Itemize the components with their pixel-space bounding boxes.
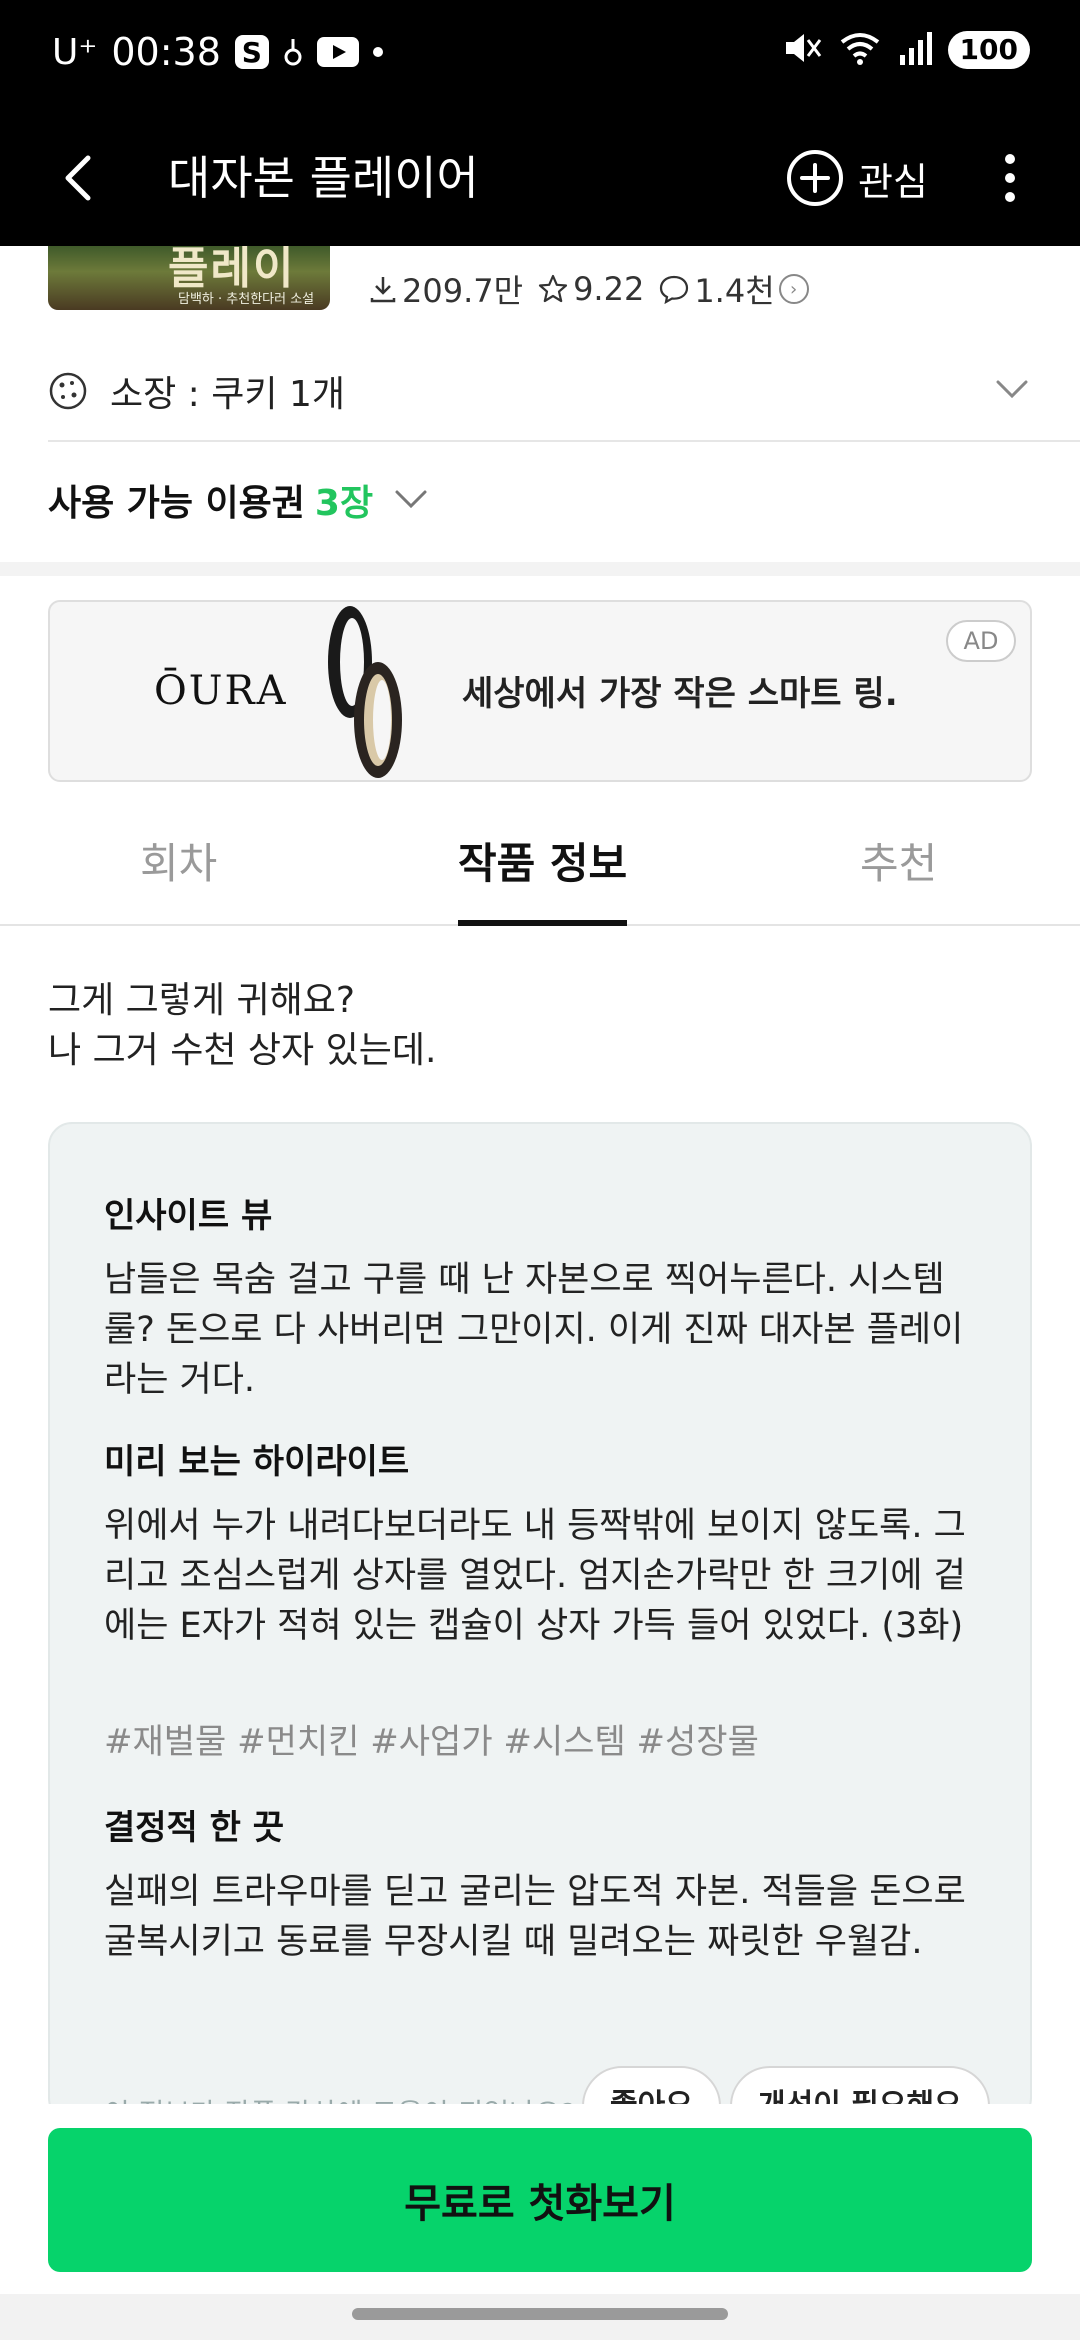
wifi-icon — [838, 30, 882, 70]
rating-value: 9.22 — [573, 270, 645, 308]
cookie-icon — [49, 372, 87, 410]
chevron-down-icon — [395, 490, 427, 509]
ad-text: 세상에서 가장 작은 스마트 링. — [462, 674, 898, 714]
highlight-title: 미리 보는 하이라이트 — [104, 1442, 410, 1482]
battery-indicator: 100 — [947, 31, 1030, 69]
s-app-icon: S — [234, 35, 269, 69]
smart-ring-image — [328, 606, 402, 778]
insight-title: 인사이트 뷰 — [104, 1196, 273, 1236]
stats-row: 209.7만 9.22 1.4천 › — [368, 266, 809, 312]
rating-stat: 9.22 — [537, 270, 644, 308]
youtube-icon — [316, 37, 359, 67]
favorite-label: 관심 — [858, 159, 928, 204]
page-title: 대자본 플레이어 — [168, 151, 479, 205]
gesture-nav-bar — [0, 2294, 1080, 2340]
tickets-label: 사용 가능 이용권 — [48, 483, 305, 524]
downloads-stat: 209.7만 — [368, 266, 523, 312]
owned-cookies-row[interactable]: 소장 : 쿠키 1개 — [48, 346, 1032, 436]
downloads-value: 209.7만 — [402, 272, 524, 310]
work-info-card: 인사이트 뷰 남들은 목숨 걸고 구를 때 난 자본으로 찍어누른다. 시스템 … — [48, 1122, 1032, 2122]
tab-work-info[interactable]: 작품 정보 — [458, 830, 628, 926]
plus-circle-icon — [787, 150, 843, 206]
mute-icon — [782, 30, 822, 70]
ad-brand-logo: ŌURA — [154, 668, 288, 714]
status-time: 00:38 — [111, 30, 221, 74]
more-dot-icon — [1005, 173, 1015, 183]
more-notifications-icon — [372, 47, 383, 57]
cover-author-fragment: 담백하 · 추천한다러 소설 — [178, 292, 315, 307]
read-first-free-button[interactable]: 무료로 첫화보기 — [48, 2128, 1032, 2272]
comment-icon — [660, 275, 689, 305]
decisive-body: 실패의 트라우마를 딛고 굴리는 압도적 자본. 적들을 돈으로 굴복시키고 동… — [104, 1872, 966, 1962]
comments-stat[interactable]: 1.4천 › — [658, 266, 809, 312]
tab-recommend[interactable]: 추천 — [860, 830, 937, 920]
tab-bar: 회차 작품 정보 추천 — [0, 800, 1080, 926]
notification-icon — [283, 37, 303, 67]
cta-area: 무료로 첫화보기 — [0, 2104, 1080, 2294]
cover-thumbnail[interactable]: 플레이 담백하 · 추천한다러 소설 — [48, 246, 330, 310]
tickets-count: 3장 — [314, 483, 374, 524]
download-icon — [370, 277, 396, 303]
highlight-section: 미리 보는 하이라이트 위에서 누가 내려다보더라도 내 등짝밖에 보이지 않도… — [104, 1434, 984, 1651]
comments-value: 1.4천 — [694, 272, 775, 310]
insight-section: 인사이트 뷰 남들은 목숨 걸고 구를 때 난 자본으로 찍어누른다. 시스템 … — [104, 1188, 984, 1405]
more-dot-icon — [1005, 192, 1015, 202]
synopsis-line: 그게 그렇게 귀해요? — [48, 980, 355, 1021]
tab-episodes[interactable]: 회차 — [140, 830, 217, 920]
back-button[interactable] — [50, 144, 114, 212]
chevron-down-icon — [996, 380, 1028, 399]
insight-body: 남들은 목숨 걸고 구를 때 난 자본으로 찍어누른다. 시스템 룰? 돈으로 … — [104, 1260, 964, 1400]
owned-label: 소장 : 쿠키 1개 — [110, 374, 345, 415]
chevron-right-icon: › — [778, 274, 809, 304]
more-options-button[interactable] — [990, 144, 1030, 212]
star-icon — [538, 274, 568, 303]
synopsis-line: 나 그거 수천 상자 있는데. — [48, 1030, 437, 1071]
divider — [48, 440, 1080, 442]
highlight-body: 위에서 누가 내려다보더라도 내 등짝밖에 보이지 않도록. 그리고 조심스럽게… — [104, 1506, 966, 1646]
more-dot-icon — [1005, 154, 1015, 164]
app-bar: 대자본 플레이어 관심 — [0, 110, 1080, 246]
decisive-section: 결정적 한 끗 실패의 트라우마를 딛고 굴리는 압도적 자본. 적들을 돈으로… — [104, 1800, 984, 1967]
favorite-button[interactable]: 관심 — [786, 144, 928, 212]
status-bar: U⁺ 00:38 S 100 — [0, 0, 1080, 110]
synopsis: 그게 그렇게 귀해요? 나 그거 수천 상자 있는데. — [48, 976, 436, 1076]
carrier-label: U⁺ — [52, 31, 98, 73]
signal-icon — [898, 31, 932, 69]
section-gap — [0, 562, 1080, 576]
decisive-title: 결정적 한 끗 — [104, 1808, 285, 1848]
ad-badge: AD — [946, 620, 1016, 662]
home-handle[interactable] — [352, 2308, 728, 2320]
chevron-left-icon — [65, 155, 91, 201]
available-tickets[interactable]: 사용 가능 이용권 3장 — [48, 470, 431, 530]
hashtags: #재벌물 #먼치킨 #사업가 #시스템 #성장물 — [104, 1722, 759, 1762]
ad-banner[interactable]: ŌURA 세상에서 가장 작은 스마트 링. AD — [48, 600, 1032, 782]
status-right: 100 — [782, 30, 1030, 70]
status-left: U⁺ 00:38 S — [52, 30, 383, 74]
